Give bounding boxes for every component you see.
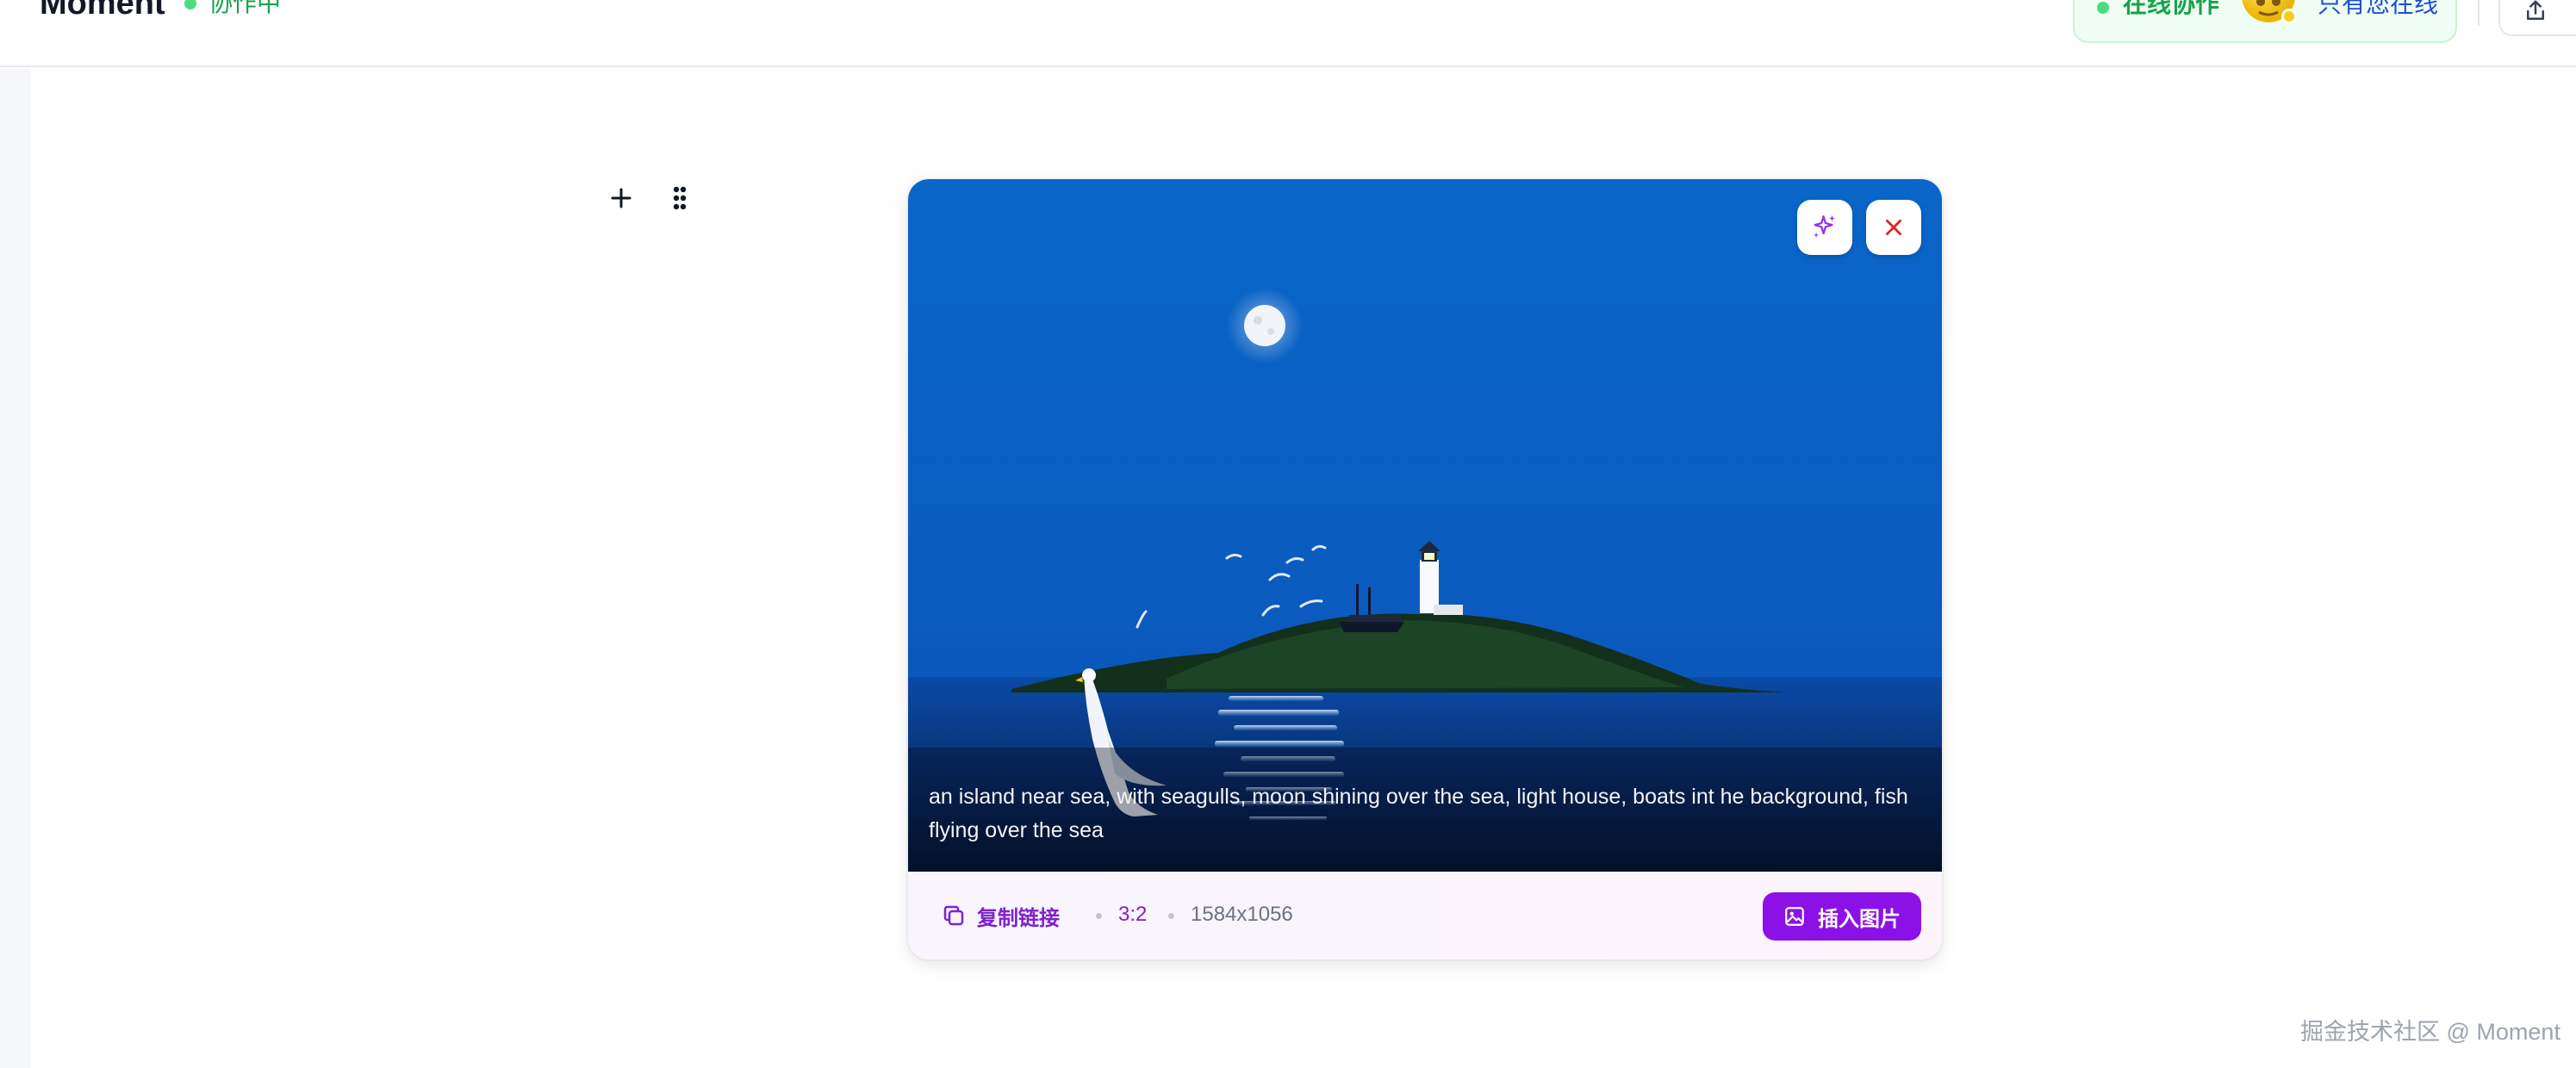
ai-regenerate-button[interactable]	[1797, 200, 1852, 255]
aspect-ratio-label: 3:2	[1118, 903, 1148, 926]
top-bar: Moment 协作中 在线协作 只有您在线	[0, 0, 2576, 67]
collab-status-dot	[184, 0, 196, 9]
drag-handle-icon	[673, 186, 687, 210]
meta-separator-dot	[1168, 913, 1174, 919]
collab-status: 协作中	[184, 0, 281, 19]
close-icon	[1886, 220, 1901, 235]
image-prompt-caption: an island near sea, with seagulls, moon …	[929, 785, 1908, 842]
avatar[interactable]	[2242, 0, 2297, 24]
generated-image: an island near sea, with seagulls, moon …	[908, 179, 1942, 872]
image-icon	[1785, 907, 1804, 926]
online-collab-label: 在线协作	[2123, 0, 2220, 17]
add-block-button[interactable]	[608, 183, 634, 214]
ai-image-card: an island near sea, with seagulls, moon …	[908, 179, 1942, 959]
insert-image-button[interactable]: 插入图片	[1763, 892, 1921, 941]
online-users-text: 只有您在线	[2318, 0, 2439, 17]
copy-link-button[interactable]: 复制链接	[941, 901, 1060, 930]
avatar-status-badge	[2281, 9, 2297, 24]
drag-handle-button[interactable]	[667, 183, 693, 214]
share-button[interactable]	[2498, 0, 2576, 36]
close-button[interactable]	[1866, 200, 1921, 255]
document-title: Moment	[40, 0, 165, 22]
image-card-footer: 复制链接 3:2 1584x1056 插入图片	[908, 872, 1942, 959]
image-dimensions-label: 1584x1056	[1191, 903, 1293, 926]
meta-separator-dot	[1096, 913, 1102, 919]
sparkles-icon	[1813, 214, 1836, 239]
copy-icon	[943, 905, 964, 926]
online-collab-panel[interactable]: 在线协作 只有您在线	[2073, 0, 2457, 43]
generated-image-illustration	[908, 179, 1942, 872]
left-gutter	[0, 69, 31, 1068]
header-divider	[2478, 0, 2480, 26]
watermark: 掘金技术社区 @ Moment	[2300, 1019, 2560, 1045]
online-status-dot	[2097, 2, 2109, 14]
plus-icon	[611, 188, 632, 208]
copy-link-label: 复制链接	[977, 906, 1060, 930]
collab-status-label: 协作中	[208, 0, 282, 16]
share-icon	[2527, 0, 2544, 20]
insert-image-label: 插入图片	[1818, 907, 1901, 931]
